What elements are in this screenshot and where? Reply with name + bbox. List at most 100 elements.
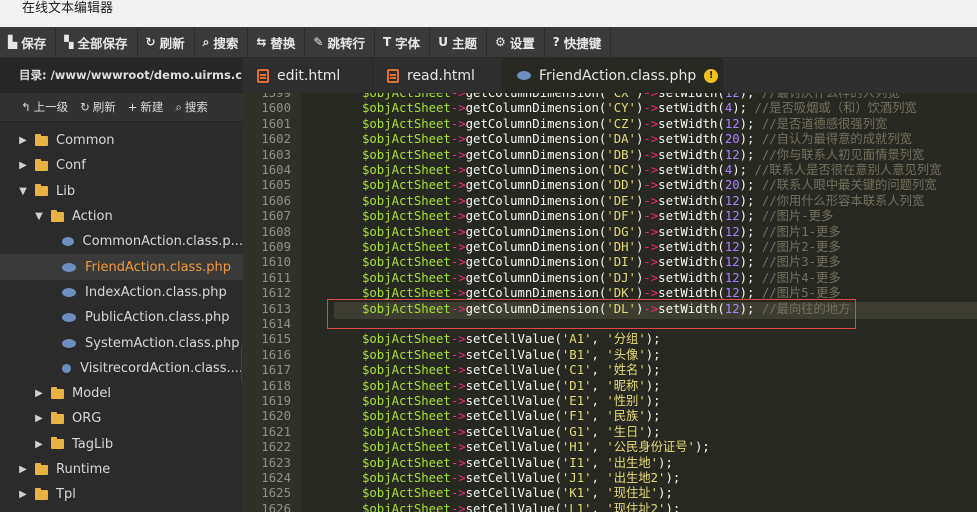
code-line: 1619 $objActSheet->setCellValue('E1', '性别…: [243, 394, 977, 409]
toolbar-button-replace[interactable]: ⇆ 替换: [248, 26, 306, 58]
sidebar-action-label: 上一级: [33, 100, 69, 114]
toolbar-button-label: 刷新: [159, 35, 185, 51]
line-number: 1605: [261, 178, 291, 193]
tree-file[interactable]: SystemAction.class.php: [0, 330, 243, 355]
goto-line-icon: ✎: [313, 35, 324, 49]
tree-folder[interactable]: ▶ ORG: [0, 406, 243, 431]
line-number: 1614: [261, 317, 291, 331]
tree-file[interactable]: CommonAction.class.p...: [0, 229, 243, 254]
tree-folder[interactable]: ▼ Lib: [0, 179, 243, 204]
code-text: $objActSheet->getColumnDimension('DD')->…: [362, 178, 937, 193]
line-number: 1611: [261, 270, 291, 285]
line-number: 1603: [261, 147, 291, 162]
file-sidebar: 目录: /www/wwwroot/demo.uirms.c... ↰ 上一级 ↻ 刷新…: [0, 58, 243, 512]
chevron-right-icon: ▶: [19, 160, 27, 172]
tree-item-label: Model: [72, 386, 112, 402]
tree-item-label: Lib: [56, 183, 76, 199]
toolbar-button-help[interactable]: ? 快捷键: [545, 26, 612, 58]
php-file-icon: [62, 338, 76, 348]
tree-item-label: VisitrecordAction.class....: [80, 360, 243, 376]
refresh-icon: ↻: [145, 35, 156, 49]
code-text: $objActSheet->getColumnDimension('DG')->…: [362, 224, 841, 239]
code-text: $objActSheet->setCellValue('L1', '现住址2')…: [362, 501, 681, 512]
code-line: 1620 $objActSheet->setCellValue('F1', '民族…: [243, 409, 977, 424]
sidebar-actions: ↰ 上一级 ↻ 刷新 + 新建 ⌕ 搜索: [0, 93, 243, 122]
folder-icon: [35, 184, 48, 197]
code-text: $objActSheet->getColumnDimension('DF')->…: [362, 209, 834, 224]
code-line: 1614: [243, 317, 977, 332]
tree-item-label: Conf: [56, 158, 86, 174]
toolbar-button-search[interactable]: ⌕ 搜索: [195, 26, 249, 58]
php-file-icon: [62, 237, 74, 247]
line-number: 1619: [261, 394, 291, 408]
sidebar-action-label: 新建: [140, 100, 164, 114]
save-all-icon: ▚: [64, 35, 74, 49]
tree-file[interactable]: IndexAction.class.php: [0, 280, 243, 305]
tree-item-label: FriendAction.class.php: [85, 259, 231, 275]
toolbar-button-theme[interactable]: U 主题: [430, 26, 487, 58]
line-number: 1621: [261, 424, 291, 439]
html5-icon: [257, 68, 269, 83]
code-line: 1601 $objActSheet->getColumnDimension('CZ…: [243, 117, 977, 132]
tree-folder[interactable]: ▶ Conf: [0, 153, 243, 178]
tree-file[interactable]: FriendAction.class.php: [0, 254, 243, 280]
window-title-bar: 在线文本编辑器: [0, 0, 977, 27]
sidebar-action-label: 刷新: [92, 100, 116, 114]
code-text: $objActSheet->setCellValue('I1', '出生地');: [362, 455, 673, 470]
toolbar-button-save-all[interactable]: ▚ 全部保存: [56, 26, 138, 58]
tree-file[interactable]: PublicAction.class.php: [0, 305, 243, 330]
toolbar-button-label: 全部保存: [77, 35, 128, 51]
code-text: $objActSheet->getColumnDimension('CZ')->…: [362, 116, 888, 131]
line-number: 1622: [261, 440, 291, 455]
tab-html[interactable]: read.html: [373, 58, 503, 93]
gear-icon: ⚙: [494, 35, 506, 49]
toolbar-button-save[interactable]: ▙ 保存: [0, 26, 57, 58]
code-line: 1622 $objActSheet->setCellValue('H1', '公民…: [243, 440, 977, 455]
tree-folder[interactable]: ▶ Model: [0, 381, 243, 406]
tree-file[interactable]: VisitrecordAction.class....: [0, 356, 243, 381]
tree-item-label: PublicAction.class.php: [85, 310, 230, 326]
code-text: $objActSheet->getColumnDimension('DH')->…: [362, 240, 841, 254]
tab-html[interactable]: edit.html: [243, 58, 373, 93]
line-number: 1606: [261, 193, 291, 208]
sidebar-action-up-level[interactable]: ↰ 上一级: [21, 99, 68, 115]
tree-folder[interactable]: ▶ Common: [0, 128, 243, 153]
tree-folder[interactable]: ▶ TagLib: [0, 432, 243, 457]
code-editor[interactable]: 1599 $objActSheet->getColumnDimension('CX…: [243, 93, 977, 512]
line-number: 1624: [261, 471, 291, 485]
tab-php[interactable]: FriendAction.class.php!: [503, 58, 723, 93]
tree-item-label: SystemAction.class.php: [85, 335, 240, 351]
tree-item-label: IndexAction.class.php: [85, 284, 227, 300]
sidebar-action-plus[interactable]: + 新建: [128, 99, 164, 115]
toolbar-button-goto-line[interactable]: ✎ 跳转行: [305, 26, 375, 58]
tree-folder[interactable]: ▼ Action: [0, 204, 243, 229]
code-text: $objActSheet->setCellValue('B1', '头像');: [362, 347, 661, 362]
line-number: 1620: [261, 409, 291, 424]
code-text: $objActSheet->setCellValue('J1', '出生地2')…: [362, 471, 681, 485]
line-number: 1601: [261, 116, 291, 131]
code-text: $objActSheet->getColumnDimension('DJ')->…: [362, 270, 841, 285]
tree-folder[interactable]: ▶ Tpl: [0, 482, 243, 507]
tab-label: read.html: [407, 67, 475, 84]
up-level-icon: ↰: [21, 100, 31, 114]
line-number: 1618: [261, 378, 291, 393]
code-text: $objActSheet->setCellValue('H1', '公民身份证号…: [362, 440, 710, 455]
line-number: 1625: [261, 486, 291, 501]
unsaved-warning-icon: !: [704, 68, 719, 83]
sidebar-action-search[interactable]: ⌕ 搜索: [175, 99, 207, 115]
code-line: 1602 $objActSheet->getColumnDimension('DA…: [243, 132, 977, 147]
toolbar-button-font[interactable]: T 字体: [375, 26, 431, 58]
line-number: 1616: [261, 347, 291, 362]
code-line: 1612 $objActSheet->getColumnDimension('DK…: [243, 286, 977, 301]
toolbar-button-gear[interactable]: ⚙ 设置: [487, 26, 545, 58]
code-line: 1616 $objActSheet->setCellValue('B1', '头像…: [243, 348, 977, 363]
toolbar-button-refresh[interactable]: ↻ 刷新: [138, 26, 195, 58]
sidebar-action-refresh[interactable]: ↻ 刷新: [80, 99, 116, 115]
tree-item-label: Runtime: [56, 462, 111, 477]
code-line: 1621 $objActSheet->setCellValue('G1', '生日…: [243, 425, 977, 440]
line-number: 1617: [261, 363, 291, 378]
tree-folder[interactable]: ▶ Runtime: [0, 457, 243, 482]
tab-label: FriendAction.class.php: [539, 67, 697, 84]
file-tree: ▶ Common ▶ Conf ▼ Lib ▼ Action CommonAction.clas…: [0, 122, 243, 507]
code-line: 1615 $objActSheet->setCellValue('A1', '分组…: [243, 332, 977, 347]
